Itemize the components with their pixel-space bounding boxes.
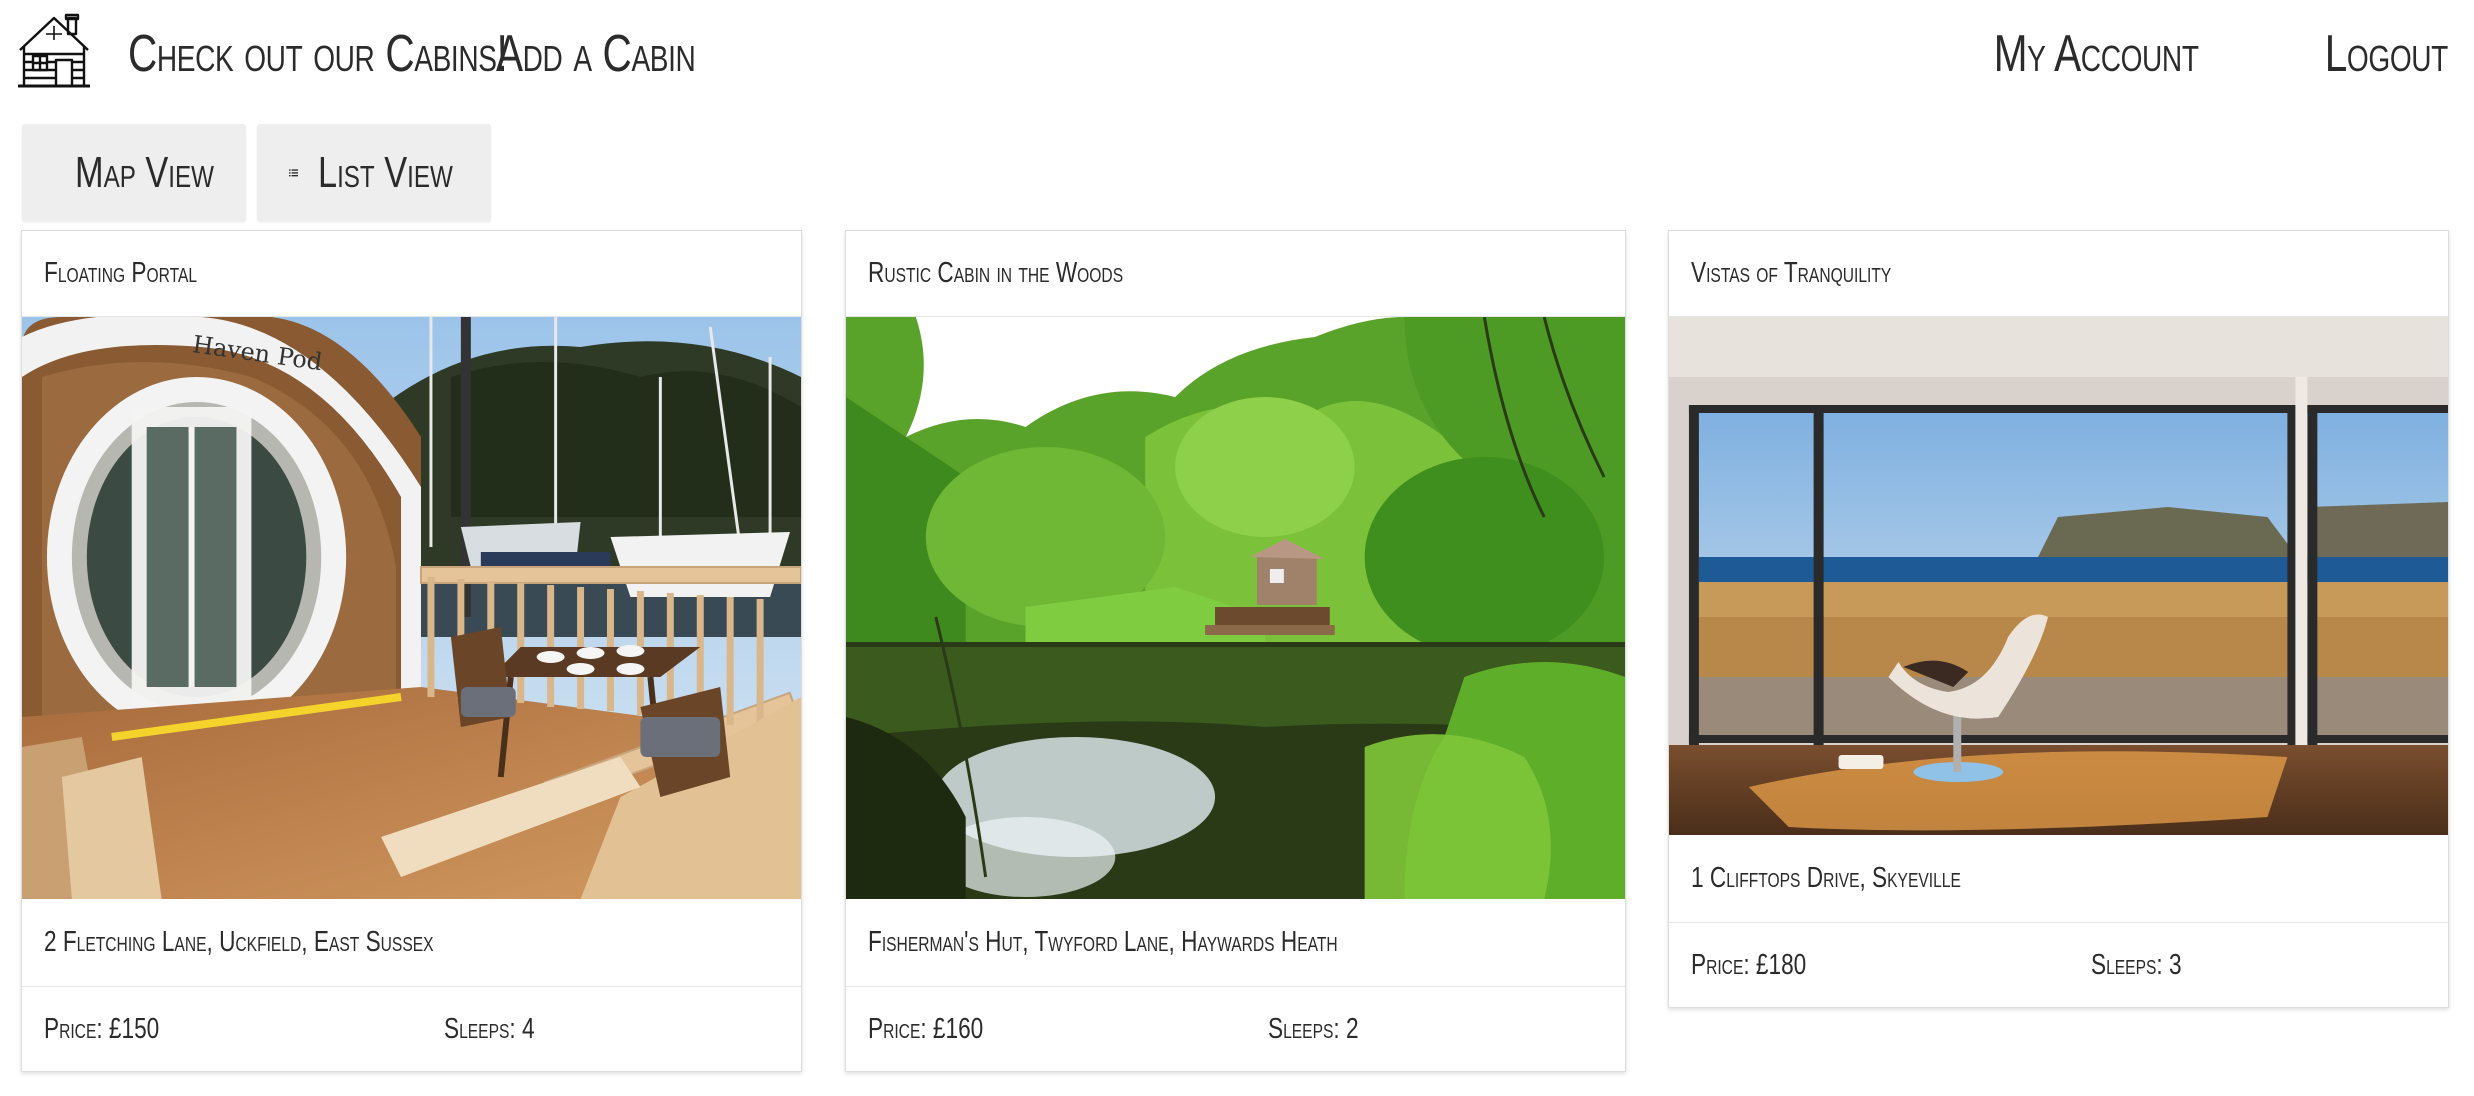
cabin-icon[interactable] bbox=[16, 12, 92, 90]
nav-my-account-link[interactable]: My Account bbox=[1994, 24, 2199, 84]
cabin-photo[interactable] bbox=[1669, 317, 2448, 835]
cabin-price: Price: £180 bbox=[1691, 948, 1807, 981]
cabin-price: Price: £150 bbox=[44, 1012, 160, 1045]
cabin-sleeps: Sleeps: 3 bbox=[2091, 948, 2182, 981]
list-icon bbox=[289, 169, 299, 177]
cabin-address: 2 Fletching Lane, Uckfield, East Sussex bbox=[22, 899, 801, 987]
navbar: Check out our Cabins! Add a Cabin My Acc… bbox=[0, 0, 2474, 118]
cabin-card[interactable]: Vistas of Tranquility 1 Clifftops Drive,… bbox=[1668, 230, 2449, 1008]
cabin-title: Floating Portal bbox=[22, 231, 801, 317]
nav-add-cabin-link[interactable]: Add a Cabin bbox=[496, 24, 696, 84]
cabin-sleeps: Sleeps: 4 bbox=[444, 1012, 535, 1045]
cabin-price: Price: £160 bbox=[868, 1012, 984, 1045]
cabin-address: 1 Clifftops Drive, Skyeville bbox=[1669, 835, 2448, 923]
cabin-footer: Price: £150 Sleeps: 4 bbox=[22, 987, 801, 1071]
cabin-photo[interactable] bbox=[846, 317, 1625, 899]
cabin-footer: Price: £180 Sleeps: 3 bbox=[1669, 923, 2448, 1007]
map-view-button[interactable]: Map View bbox=[22, 124, 246, 222]
cabin-footer: Price: £160 Sleeps: 2 bbox=[846, 987, 1625, 1071]
cabin-card[interactable]: Rustic Cabin in the Woods Fisherman's Hu… bbox=[845, 230, 1626, 1072]
cabin-card[interactable]: Floating Portal Haven Pod 2 Fletching La… bbox=[21, 230, 802, 1072]
nav-cabins-link[interactable]: Check out our Cabins! bbox=[128, 24, 508, 84]
nav-logout-link[interactable]: Logout bbox=[2325, 24, 2449, 84]
cabin-title: Rustic Cabin in the Woods bbox=[846, 231, 1625, 317]
map-view-label: Map View bbox=[75, 148, 214, 197]
list-view-label: List View bbox=[318, 148, 453, 197]
cabin-address: Fisherman's Hut, Twyford Lane, Haywards … bbox=[846, 899, 1625, 987]
list-view-button[interactable]: List View bbox=[257, 124, 491, 222]
cabin-sleeps: Sleeps: 2 bbox=[1268, 1012, 1359, 1045]
cabin-title: Vistas of Tranquility bbox=[1669, 231, 2448, 317]
cabin-photo[interactable]: Haven Pod bbox=[22, 317, 801, 899]
